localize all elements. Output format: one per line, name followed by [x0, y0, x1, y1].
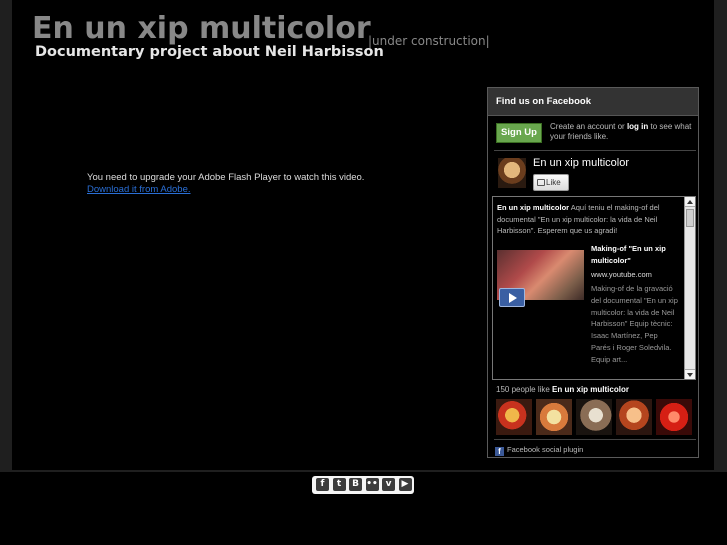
feed-scrollbar[interactable] [684, 197, 695, 379]
construction-status: |under construction| [368, 34, 490, 48]
sign-up-button[interactable]: Sign Up [496, 123, 542, 143]
thumbs-up-icon [537, 179, 545, 186]
fan-avatar[interactable] [616, 399, 652, 435]
scroll-thumb[interactable] [686, 209, 694, 227]
flash-upgrade-message: You need to upgrade your Adobe Flash Pla… [87, 172, 365, 183]
twitter-icon[interactable]: t [332, 478, 346, 491]
fan-avatar[interactable] [496, 399, 532, 435]
facebook-icon: f [495, 447, 504, 456]
play-icon [509, 293, 517, 303]
flickr-icon[interactable]: •• [365, 478, 379, 491]
facebook-plugin-footer[interactable]: f Facebook social plugin [495, 445, 583, 456]
plugin-footer-label: Facebook social plugin [507, 445, 584, 454]
scroll-down-button[interactable] [685, 369, 695, 379]
facebook-icon[interactable]: f [316, 478, 329, 491]
fan-avatar[interactable] [536, 399, 572, 435]
vimeo-icon[interactable]: v [382, 478, 395, 491]
like-button[interactable]: Like [533, 174, 569, 191]
arrow-up-icon [687, 200, 693, 204]
likes-count: 150 people like En un xip multicolor [496, 384, 629, 395]
facebook-box-title: Find us on Facebook [496, 96, 592, 107]
page-name-link[interactable]: En un xip multicolor [533, 157, 629, 170]
like-label: Like [546, 178, 561, 187]
social-links-bar: f t B •• v ▶ [312, 476, 414, 494]
fan-avatar[interactable] [576, 399, 612, 435]
play-button[interactable] [499, 288, 525, 307]
site-title: En un xip multicolor [32, 11, 371, 46]
page-avatar[interactable] [498, 158, 526, 188]
scroll-up-button[interactable] [685, 197, 695, 207]
post-author-link[interactable]: En un xip multicolor [497, 203, 569, 212]
fan-faces [496, 399, 696, 436]
divider [494, 439, 696, 440]
signup-prompt: Create an account or log in to see what … [550, 122, 696, 142]
signup-text-before: Create an account or [550, 122, 627, 131]
arrow-down-icon [687, 373, 693, 377]
blogger-icon[interactable]: B [349, 478, 362, 491]
facebook-box-header: Find us on Facebook [488, 88, 698, 116]
feed-post-text: En un xip multicolor Aquí teniu el makin… [497, 202, 681, 237]
likes-count-prefix: 150 people like [496, 385, 553, 394]
log-in-link[interactable]: log in [627, 122, 648, 131]
video-description: Making-of de la gravació del documental … [591, 284, 678, 364]
download-flash-link[interactable]: Download it from Adobe. [87, 184, 191, 196]
facebook-like-box: Find us on Facebook Sign Up Create an ac… [487, 87, 699, 458]
video-title-link[interactable]: Making-of "En un xip multicolor" [591, 243, 677, 267]
video-thumbnail[interactable] [497, 250, 584, 307]
video-domain: www.youtube.com [591, 270, 652, 279]
youtube-icon[interactable]: ▶ [398, 478, 412, 491]
fan-avatar[interactable] [656, 399, 692, 435]
divider [494, 150, 696, 151]
site-subtitle: Documentary project about Neil Harbisson [35, 44, 384, 60]
page-feed: En un xip multicolor Aquí teniu el makin… [492, 196, 696, 380]
likes-page-link[interactable]: En un xip multicolor [552, 385, 629, 394]
